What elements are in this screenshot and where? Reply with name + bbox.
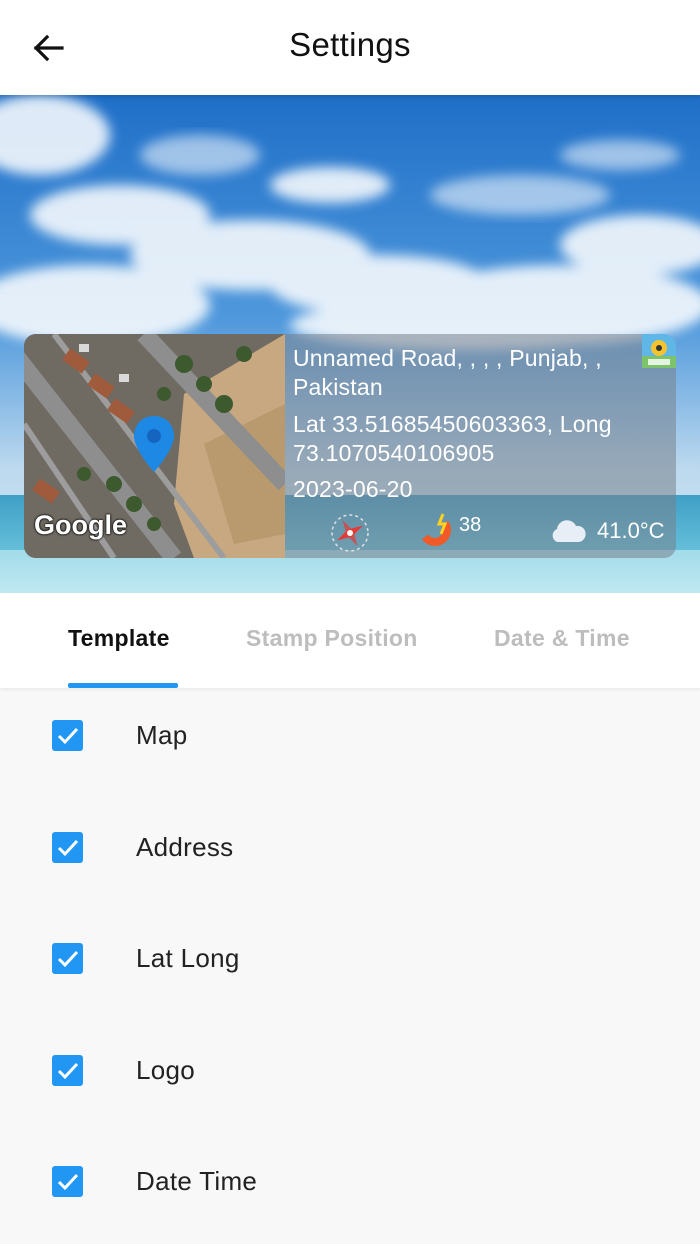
stamp-map: Google	[24, 334, 285, 558]
page-title: Settings	[289, 26, 411, 63]
template-options-list: Map Address Lat Long Logo Date Time	[0, 688, 700, 1244]
geo-stamp-card: Google Unnamed Road, , , , Punjab, , Pak…	[24, 334, 676, 558]
checkmark-icon	[57, 1062, 78, 1079]
option-address[interactable]: Address	[0, 808, 700, 888]
app-logo-icon	[642, 334, 676, 368]
stamp-address: Unnamed Road, , , , Punjab, , Pakistan	[293, 345, 602, 400]
google-attribution: Google	[34, 510, 127, 540]
stamp-date: 2023-06-20	[293, 476, 413, 502]
logo-checkbox[interactable]	[52, 1055, 83, 1086]
map-checkbox[interactable]	[52, 720, 83, 751]
option-label: Lat Long	[136, 943, 240, 973]
cloud-icon	[552, 520, 586, 542]
option-date-time[interactable]: Date Time	[0, 1142, 700, 1222]
magnet-icon	[421, 513, 451, 546]
option-logo[interactable]: Logo	[0, 1031, 700, 1111]
option-map[interactable]: Map	[0, 696, 700, 776]
temperature-value: 41.0°C	[597, 518, 665, 543]
tab-stamp-position[interactable]: Stamp Position	[246, 625, 418, 652]
magnetic-value: 38	[459, 514, 482, 536]
stamp-info-row: 38 41.0°C	[285, 510, 676, 552]
stamp-preview: Google Unnamed Road, , , , Punjab, , Pak…	[0, 95, 700, 593]
option-label: Map	[136, 720, 188, 750]
compass-icon	[331, 514, 369, 552]
date-time-checkbox[interactable]	[52, 1166, 83, 1197]
option-label: Address	[136, 832, 234, 862]
map-pin-icon	[134, 416, 174, 472]
lat-long-checkbox[interactable]	[52, 943, 83, 974]
checkmark-icon	[57, 839, 78, 856]
checkmark-icon	[57, 1173, 78, 1190]
stamp-latlong: Lat 33.51685450603363, Long 73.107054010…	[293, 411, 612, 466]
checkmark-icon	[57, 950, 78, 967]
option-label: Date Time	[136, 1166, 258, 1196]
checkmark-icon	[57, 727, 78, 744]
tab-template[interactable]: Template	[68, 625, 170, 652]
tab-bar: Template Stamp Position Date & Time	[0, 593, 700, 688]
option-lat-long[interactable]: Lat Long	[0, 919, 700, 999]
option-label: Logo	[136, 1055, 196, 1085]
app-bar: Settings	[0, 0, 700, 95]
tab-date-time[interactable]: Date & Time	[494, 625, 630, 652]
address-checkbox[interactable]	[52, 832, 83, 863]
